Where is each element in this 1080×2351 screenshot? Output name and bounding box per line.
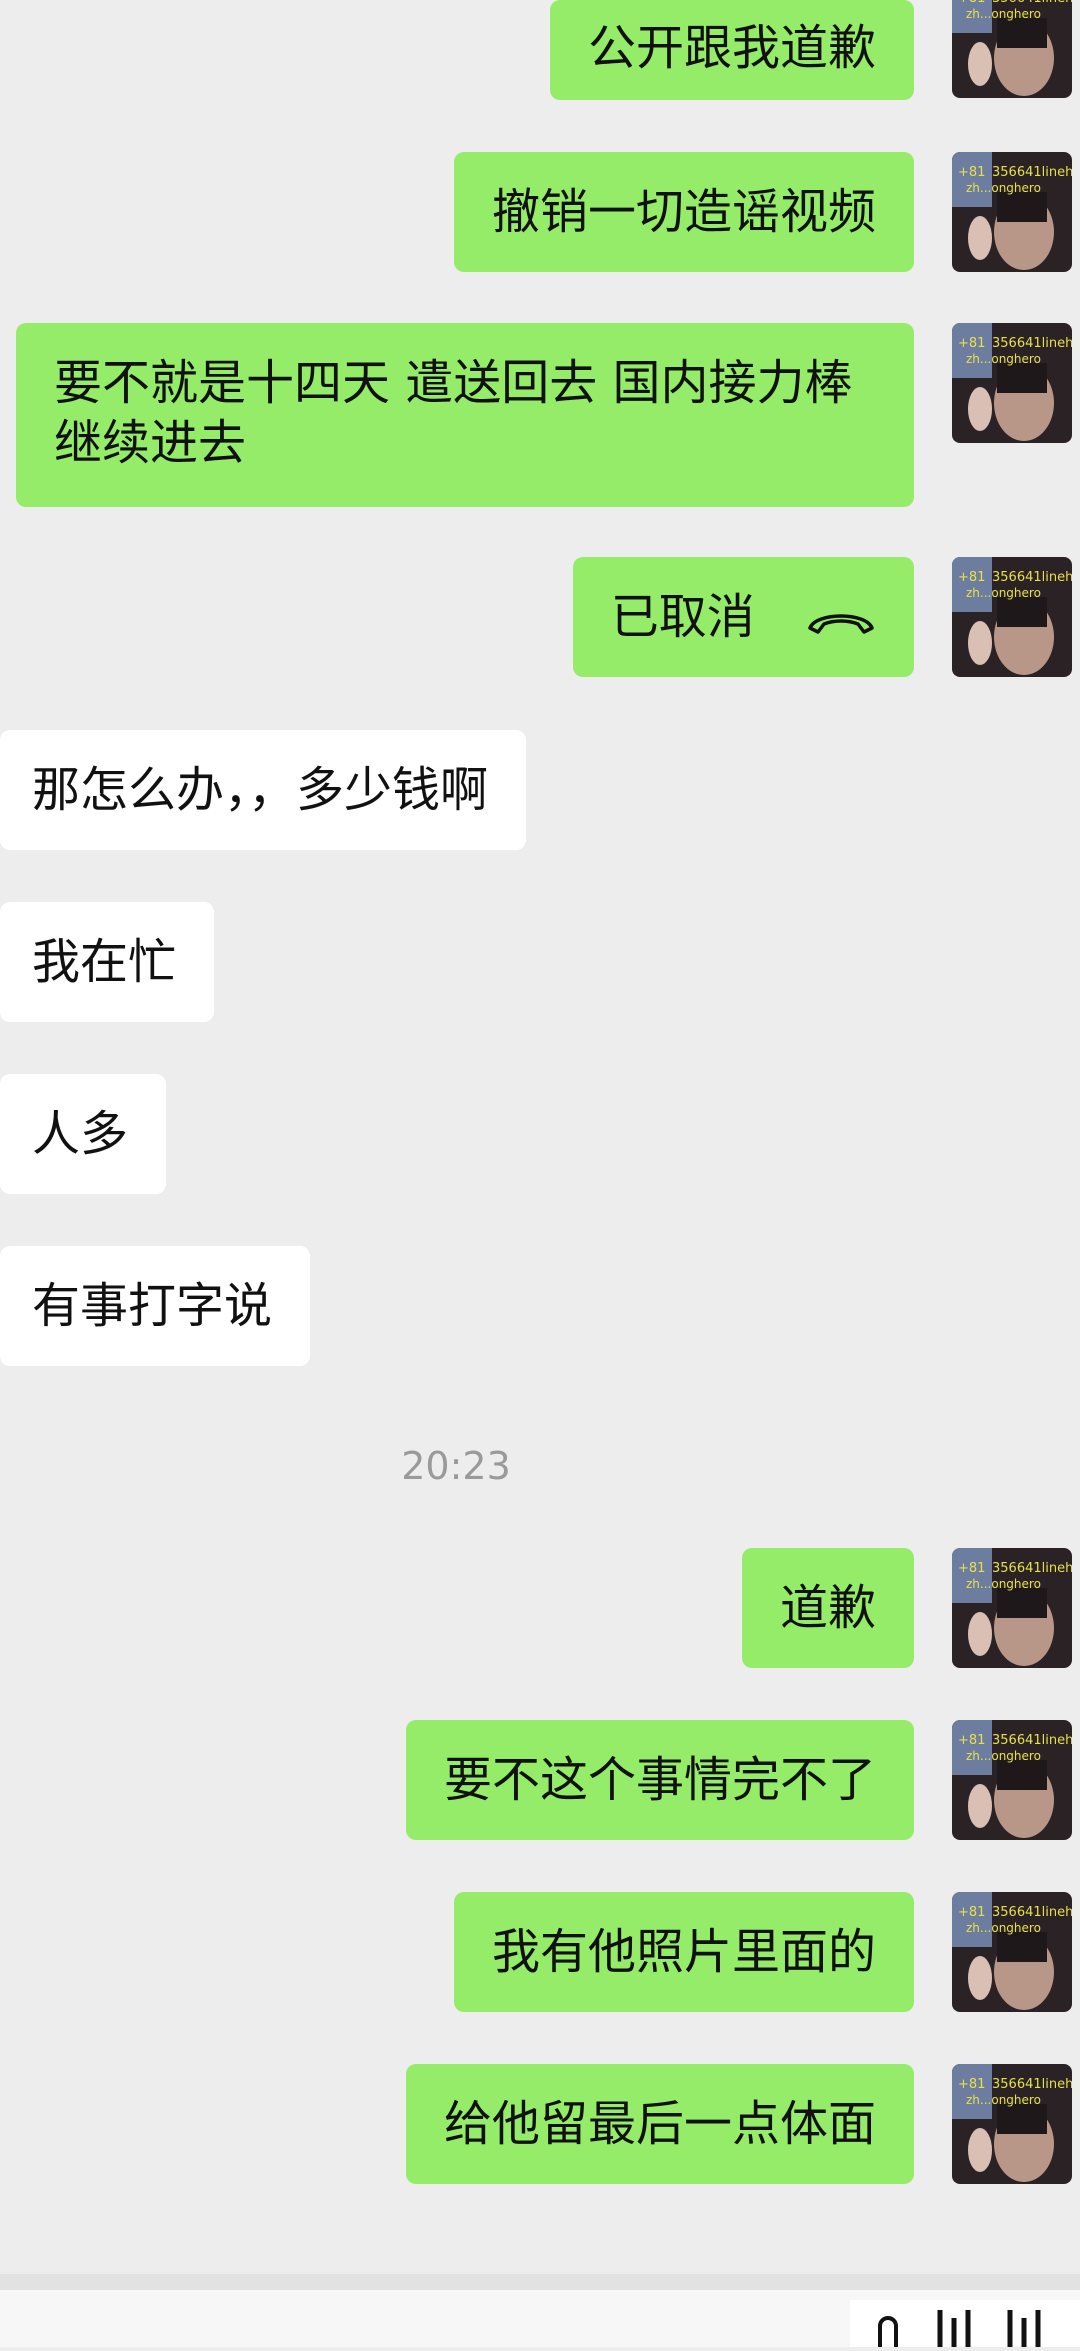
svg-text:356641lineh: 356641lineh [992, 1905, 1072, 1920]
incoming-message[interactable]: 那怎么办，，多少钱啊 [0, 730, 527, 850]
call-cancelled-message[interactable]: 已取消 [572, 557, 914, 677]
avatar[interactable]: +81 356641lineh zh...onghero [952, 1720, 1072, 1840]
svg-text:zh...onghero: zh...onghero [966, 352, 1041, 366]
svg-text:zh...onghero: zh...onghero [966, 181, 1041, 195]
incoming-message[interactable]: 我在忙 [0, 902, 215, 1022]
svg-text:356641lineh: 356641lineh [992, 336, 1072, 351]
svg-text:356641lineh: 356641lineh [992, 1561, 1072, 1576]
svg-text:zh...onghero: zh...onghero [966, 7, 1041, 21]
svg-text:356641lineh: 356641lineh [992, 1733, 1072, 1748]
avatar[interactable]: +81 356641lineh zh...onghero [952, 0, 1072, 98]
svg-text:zh...onghero: zh...onghero [966, 1749, 1041, 1763]
outgoing-message[interactable]: 公开跟我道歉 [549, 0, 914, 100]
svg-text:356641lineh: 356641lineh [992, 0, 1072, 6]
outgoing-message[interactable]: 要不就是十四天 遣送回去 国内接力棒继续进去 [16, 323, 914, 507]
svg-text:356641lineh: 356641lineh [992, 570, 1072, 585]
svg-text:zh...onghero: zh...onghero [966, 1577, 1041, 1591]
input-bar-divider [0, 2274, 1080, 2290]
svg-text:zh...onghero: zh...onghero [966, 1921, 1041, 1935]
svg-text:356641lineh: 356641lineh [992, 165, 1072, 180]
chat-area[interactable]: 公开跟我道歉 +81 356641lineh zh...onghero 撤销一切… [0, 0, 1080, 2347]
svg-text:+81: +81 [958, 570, 985, 585]
svg-text:zh...onghero: zh...onghero [966, 586, 1041, 600]
svg-text:356641lineh: 356641lineh [992, 2077, 1072, 2092]
incoming-message[interactable]: 有事打字说 [0, 1246, 311, 1366]
outgoing-message[interactable]: 撤销一切造谣视频 [453, 152, 914, 272]
avatar[interactable]: +81 356641lineh zh...onghero [952, 323, 1072, 443]
svg-text:zh...onghero: zh...onghero [966, 2093, 1041, 2107]
svg-text:+81: +81 [958, 2077, 985, 2092]
svg-text:+81: +81 [958, 1561, 985, 1576]
svg-text:+81: +81 [958, 165, 985, 180]
svg-text:+81: +81 [958, 0, 985, 6]
outgoing-message[interactable]: 要不这个事情完不了 [405, 1720, 914, 1840]
voice-wave-icon[interactable] [850, 2300, 1080, 2347]
phone-hangup-icon [806, 590, 876, 650]
outgoing-message[interactable]: 道歉 [741, 1548, 914, 1668]
avatar[interactable]: +81 356641lineh zh...onghero [952, 152, 1072, 272]
incoming-message[interactable]: 人多 [0, 1074, 167, 1194]
outgoing-message[interactable]: 给他留最后一点体面 [405, 2064, 914, 2184]
message-timestamp: 20:23 [401, 1444, 511, 1488]
svg-text:+81: +81 [958, 336, 985, 351]
svg-text:+81: +81 [958, 1733, 985, 1748]
avatar[interactable]: +81 356641lineh zh...onghero [952, 1548, 1072, 1668]
avatar[interactable]: +81 356641lineh zh...onghero [952, 557, 1072, 677]
call-status-label: 已取消 [610, 589, 755, 645]
avatar[interactable]: +81 356641lineh zh...onghero [952, 2064, 1072, 2184]
svg-text:+81: +81 [958, 1905, 985, 1920]
avatar[interactable]: +81 356641lineh zh...onghero [952, 1892, 1072, 2012]
outgoing-message[interactable]: 我有他照片里面的 [453, 1892, 914, 2012]
